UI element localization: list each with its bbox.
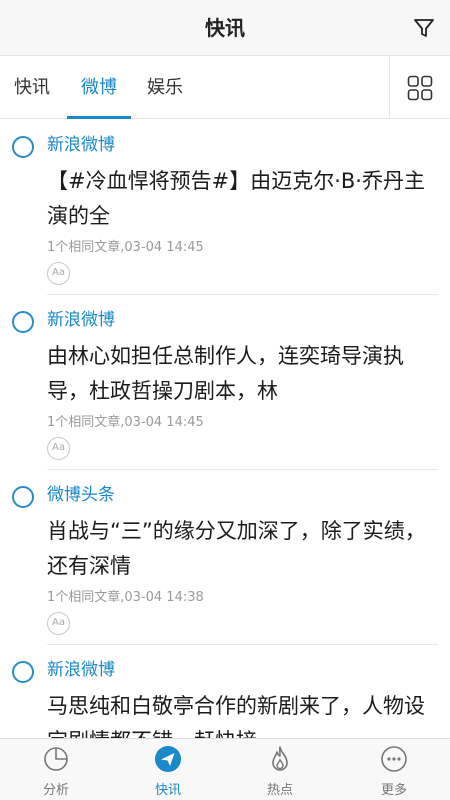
page-title: 快讯 <box>205 16 245 40</box>
news-feed[interactable]: 新浪微博 【#冷血悍将预告#】由迈克尔·B·乔丹主演的全 1个相同文章,03-0… <box>0 120 450 738</box>
nav-label: 快讯 <box>154 783 181 798</box>
item-meta: 1个相同文章,03-04 14:45 <box>47 415 204 430</box>
item-source[interactable]: 新浪微博 <box>47 307 115 333</box>
feed-item[interactable]: 新浪微博 【#冷血悍将预告#】由迈克尔·B·乔丹主演的全 1个相同文章,03-0… <box>0 120 450 295</box>
grid-icon[interactable] <box>390 57 450 119</box>
tab-bar: 快讯 微博 娱乐 <box>0 57 450 119</box>
nav-analysis[interactable]: 分析 <box>0 739 112 800</box>
feed-item[interactable]: 新浪微博 由林心如担任总制作人，连奕琦导演执导，杜政哲操刀剧本，林 1个相同文章… <box>0 295 450 470</box>
timeline-dot-icon <box>12 661 34 683</box>
timeline-dot-icon <box>12 486 34 508</box>
nav-label: 分析 <box>42 783 69 798</box>
tab-weibo[interactable]: 微博 <box>67 57 131 119</box>
font-size-icon[interactable]: Aa <box>47 437 70 460</box>
bottom-nav: 分析 快讯 热点 更多 <box>0 738 450 800</box>
nav-hot[interactable]: 热点 <box>224 739 336 800</box>
nav-kuaixun[interactable]: 快讯 <box>112 739 224 800</box>
item-meta: 1个相同文章,03-04 14:38 <box>47 590 204 605</box>
nav-more[interactable]: 更多 <box>338 739 450 800</box>
item-source[interactable]: 新浪微博 <box>47 132 115 158</box>
font-size-icon[interactable]: Aa <box>47 262 70 285</box>
font-size-icon[interactable]: Aa <box>47 612 70 635</box>
nav-label: 更多 <box>380 783 407 798</box>
top-bar: 快讯 <box>0 0 450 56</box>
item-headline[interactable]: 【#冷血悍将预告#】由迈克尔·B·乔丹主演的全 <box>47 164 439 234</box>
tab-label: 娱乐 <box>147 77 183 98</box>
item-source[interactable]: 新浪微博 <box>47 657 115 683</box>
filter-icon[interactable] <box>412 16 436 40</box>
feed-item[interactable]: 微博头条 肖战与“三”的缘分又加深了，除了实绩，还有深情 1个相同文章,03-0… <box>0 470 450 645</box>
timeline-dot-icon <box>12 311 34 333</box>
feed-item[interactable]: 新浪微博 马思纯和白敬亭合作的新剧来了，人物设定剧情都不错，赶快接 <box>0 645 450 738</box>
item-meta: 1个相同文章,03-04 14:45 <box>47 240 204 255</box>
tab-label: 快讯 <box>14 77 50 98</box>
pie-chart-icon <box>44 747 68 771</box>
tab-yule[interactable]: 娱乐 <box>147 57 183 119</box>
item-headline[interactable]: 由林心如担任总制作人，连奕琦导演执导，杜政哲操刀剧本，林 <box>47 339 439 409</box>
item-headline[interactable]: 马思纯和白敬亭合作的新剧来了，人物设定剧情都不错，赶快接 <box>47 689 439 738</box>
nav-label: 热点 <box>266 783 293 798</box>
active-tab-indicator <box>67 116 131 119</box>
tab-label: 微博 <box>81 77 117 98</box>
item-source[interactable]: 微博头条 <box>47 482 115 508</box>
more-icon <box>381 746 407 772</box>
timeline-dot-icon <box>12 136 34 158</box>
item-headline[interactable]: 肖战与“三”的缘分又加深了，除了实绩，还有深情 <box>47 514 439 584</box>
flame-icon <box>272 746 288 771</box>
send-icon <box>155 746 181 772</box>
tab-kuaixun[interactable]: 快讯 <box>14 57 50 119</box>
